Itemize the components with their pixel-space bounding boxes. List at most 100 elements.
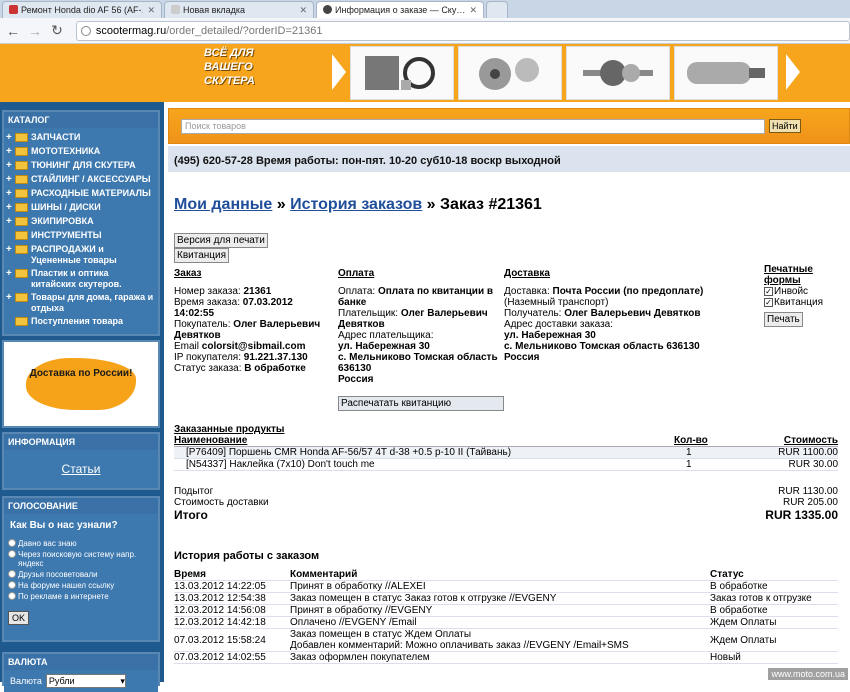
catalog-item[interactable]: Поступления товара xyxy=(4,315,158,329)
address-bar: ← → ↻ scootermag.ru/order_detailed/?orde… xyxy=(0,18,850,44)
russia-map-icon: Доставка по России! xyxy=(26,358,136,410)
catalog-item[interactable]: + МОТОТЕХНИКА xyxy=(4,145,158,159)
banner-product-image[interactable] xyxy=(350,46,454,100)
folder-icon xyxy=(15,293,28,302)
table-row: 07.03.2012 15:58:24 Заказ помещен в стат… xyxy=(174,629,838,652)
radio-icon[interactable] xyxy=(8,581,16,589)
total-amount: RUR 1335.00 xyxy=(765,508,838,522)
catalog-item[interactable]: + ЗАПЧАСТИ xyxy=(4,131,158,145)
checkmark-icon[interactable]: ✓ xyxy=(764,298,773,307)
engine-kit-icon xyxy=(365,56,435,90)
vote-option[interactable]: Через поисковую систему напр. яндекс xyxy=(8,550,154,568)
vote-option[interactable]: Друзья посоветовали xyxy=(8,570,154,579)
close-tab-icon[interactable]: ✕ xyxy=(147,5,155,16)
close-tab-icon[interactable]: ✕ xyxy=(299,5,307,16)
currency-select[interactable]: Рубли ▾ xyxy=(45,674,126,688)
browser-tab-1[interactable]: Новая вкладка ✕ xyxy=(164,1,314,18)
folder-icon xyxy=(15,147,28,156)
page-title: Мои данные » История заказов » Заказ #21… xyxy=(174,196,542,213)
vote-ok-button[interactable]: OK xyxy=(8,611,30,625)
banner-product-image[interactable] xyxy=(674,46,778,100)
catalog-box: КАТАЛОГ + ЗАПЧАСТИ + МОТОТЕХНИКА + ТЮНИНГ д… xyxy=(2,110,160,336)
radio-icon[interactable] xyxy=(8,539,16,547)
vote-option[interactable]: На форуме нашел ссылку xyxy=(8,581,154,590)
expand-plus-icon[interactable]: + xyxy=(6,268,15,279)
exhaust-icon xyxy=(687,62,765,84)
search-input[interactable]: Поиск товаров xyxy=(181,118,765,134)
folder-icon xyxy=(15,203,28,212)
folder-icon xyxy=(15,189,28,198)
browser-tab-0[interactable]: Ремонт Honda dio AF 56 (AF-… ✕ xyxy=(2,1,162,18)
radio-icon[interactable] xyxy=(8,550,16,558)
catalog-item[interactable]: ИНСТРУМЕНТЫ xyxy=(4,229,158,243)
vote-option[interactable]: По рекламе в интернете xyxy=(8,592,154,601)
receipt-button[interactable]: Квитанция xyxy=(174,248,230,263)
forward-arrow-icon[interactable]: → xyxy=(28,23,42,39)
expand-plus-icon[interactable]: + xyxy=(6,174,15,185)
expand-plus-icon[interactable]: + xyxy=(6,292,15,303)
table-row: 12.03.2012 14:56:08 Принят в обработку /… xyxy=(174,605,838,617)
expand-plus-icon[interactable]: + xyxy=(6,132,15,143)
folder-icon xyxy=(15,175,28,184)
sidebar: КАТАЛОГ + ЗАПЧАСТИ + МОТОТЕХНИКА + ТЮНИНГ д… xyxy=(0,102,164,692)
vote-option[interactable]: Давно вас знаю xyxy=(8,539,154,548)
expand-plus-icon[interactable]: + xyxy=(6,188,15,199)
chevron-down-icon: ▾ xyxy=(120,675,125,686)
watermark: www.moto.com.ua xyxy=(768,668,848,680)
url-field[interactable]: scootermag.ru/order_detailed/?orderID=21… xyxy=(75,20,850,41)
print-version-button[interactable]: Версия для печати xyxy=(174,233,268,248)
expand-plus-icon[interactable]: + xyxy=(6,202,15,213)
radio-icon[interactable] xyxy=(8,592,16,600)
order-history-link[interactable]: История заказов xyxy=(290,196,422,213)
delivery-info: Доставка Доставка: Почта России (по пред… xyxy=(504,268,704,363)
vote-title: ГОЛОСОВАНИЕ xyxy=(4,498,158,514)
expand-plus-icon[interactable]: + xyxy=(6,160,15,171)
expand-plus-icon[interactable]: + xyxy=(6,244,15,255)
catalog-item[interactable]: + ШИНЫ / ДИСКИ xyxy=(4,201,158,215)
delivery-promo[interactable]: Доставка по России! xyxy=(2,340,160,428)
catalog-item[interactable]: + СТАЙЛИНГ / АКСЕССУАРЫ xyxy=(4,173,158,187)
catalog-item[interactable]: + РАСПРОДАЖИ и Уцененные товары xyxy=(4,243,158,267)
back-arrow-icon[interactable]: ← xyxy=(6,23,20,39)
catalog-list: + ЗАПЧАСТИ + МОТОТЕХНИКА + ТЮНИНГ для скуте… xyxy=(4,128,158,334)
new-tab-button[interactable] xyxy=(486,1,508,18)
my-data-link[interactable]: Мои данные xyxy=(174,196,272,213)
clutch-icon xyxy=(479,58,539,90)
history-title: История работы с заказом xyxy=(174,550,320,562)
info-box: ИНФОРМАЦИЯ Статьи xyxy=(2,432,160,490)
catalog-item[interactable]: + РАСХОДНЫЕ МАТЕРИАЛЫ xyxy=(4,187,158,201)
expand-plus-icon[interactable]: + xyxy=(6,146,15,157)
print-receipt-button[interactable]: Распечатать квитанцию xyxy=(338,396,504,411)
articles-link[interactable]: Статьи xyxy=(62,462,101,476)
main-content: Поиск товаров Найти (495) 620-57-28 Врем… xyxy=(168,102,850,682)
catalog-item[interactable]: + Пластик и оптика китайских скутеров. xyxy=(4,267,158,291)
table-row: 07.03.2012 14:02:55 Заказ оформлен покуп… xyxy=(174,652,838,664)
banner-slogan: ВСЁ ДЛЯ ВАШЕГО СКУТЕРА xyxy=(204,47,255,87)
browser-tab-2[interactable]: Информация о заказе — Ску… ✕ xyxy=(316,1,484,18)
table-row: 12.03.2012 14:42:18 Оплачено //EVGENY /E… xyxy=(174,617,838,629)
catalog-item[interactable]: + ТЮНИНГ для скутера xyxy=(4,159,158,173)
radio-icon[interactable] xyxy=(8,570,16,578)
banner-arrow-icon xyxy=(786,54,800,90)
catalog-item[interactable]: + Товары для дома, гаража и отдыха xyxy=(4,291,158,315)
catalog-item[interactable]: + ЭКИПИРОВКА xyxy=(4,215,158,229)
site-banner: ВСЁ ДЛЯ ВАШЕГО СКУТЕРА xyxy=(0,44,850,102)
folder-icon xyxy=(15,133,28,142)
table-row: 13.03.2012 14:22:05 Принят в обработку /… xyxy=(174,581,838,593)
invoice-checkbox[interactable]: ✓ Инвойс xyxy=(764,286,834,297)
expand-plus-icon[interactable]: + xyxy=(6,216,15,227)
vote-question: Как Вы о нас узнали? xyxy=(10,520,118,531)
reload-icon[interactable]: ↻ xyxy=(50,22,64,39)
checkmark-icon[interactable]: ✓ xyxy=(764,287,773,296)
table-row: 13.03.2012 12:54:38 Заказ помещен в стат… xyxy=(174,593,838,605)
folder-icon xyxy=(15,161,28,170)
banner-product-image[interactable] xyxy=(458,46,562,100)
table-row: [N54337] Наклейка (7x10) Don't touch me … xyxy=(174,459,838,471)
receipt-checkbox[interactable]: ✓ Квитанция xyxy=(764,297,834,308)
search-button[interactable]: Найти xyxy=(769,119,801,133)
banner-product-image[interactable] xyxy=(566,46,670,100)
close-tab-icon[interactable]: ✕ xyxy=(469,5,477,16)
vote-box: ГОЛОСОВАНИЕ Как Вы о нас узнали? Давно в… xyxy=(2,496,160,642)
favicon-icon xyxy=(9,5,18,14)
print-button[interactable]: Печать xyxy=(764,312,803,327)
